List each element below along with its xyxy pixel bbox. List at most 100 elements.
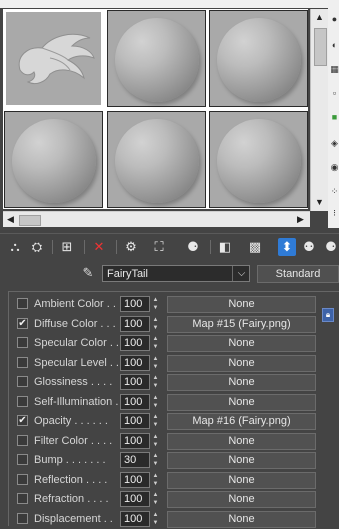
amount-spinner-icon[interactable]: ▲ ▼ [151,452,160,468]
go-to-parent-icon[interactable]: ⬍ [278,238,296,256]
map-enable-checkbox[interactable] [17,395,28,407]
sample-slot-2[interactable] [107,10,206,107]
amount-spinner-icon[interactable]: ▲ ▼ [151,472,160,488]
sample-slot-6[interactable] [209,111,308,208]
assign-material-icon[interactable]: ⊞ [58,238,76,256]
map-channel-label: Specular Level . . [34,356,119,369]
amount-spinner-icon[interactable]: ▲ ▼ [151,433,160,449]
material-id-channel-icon[interactable]: ⚈ [184,238,202,256]
scroll-up-icon[interactable]: ▲ [311,9,328,26]
scroll-right-icon[interactable]: ▶ [293,212,308,227]
get-material-icon[interactable]: ⛬ [6,238,24,256]
map-slot-button[interactable]: None [167,491,316,508]
map-slot-button[interactable]: None [167,374,316,391]
material-name-row: ✎ ⌵ Standard [0,262,339,286]
map-amount-field[interactable]: 100 [120,374,150,390]
amount-spinner-icon[interactable]: ▲ ▼ [151,413,160,429]
map-enable-checkbox[interactable] [17,512,28,524]
map-slot-button[interactable]: None [167,354,316,372]
map-amount-field[interactable]: 100 [120,315,150,332]
eyedropper-icon[interactable]: ✎ [80,265,96,281]
options-icon[interactable]: ◉ [330,162,339,172]
map-slot-button[interactable]: Map #15 (Fairy.png) [167,315,316,333]
map-row: ✔ Opacity . . . . . . 100 ▲ ▼ Map #16 (Fairy.… [9,412,339,431]
amount-spinner-icon[interactable]: ▲ ▼ [151,491,160,507]
toolbar-separator [210,240,211,254]
background-icon[interactable]: ▦ [330,64,339,74]
material-name-dropdown-icon[interactable]: ⌵ [232,266,250,281]
map-enable-checkbox[interactable] [17,434,28,446]
map-amount-field[interactable]: 100 [120,335,150,351]
map-slot-button[interactable]: None [167,452,316,469]
horizontal-scroll-thumb[interactable] [19,215,41,226]
slots-vertical-scrollbar[interactable]: ▲ ▼ [310,9,328,211]
vertical-scroll-thumb[interactable] [314,28,327,66]
map-amount-field[interactable]: 100 [120,413,150,429]
map-channel-label: Self-Illumination . [34,395,119,408]
material-name-field[interactable] [102,265,250,282]
put-to-scene-icon[interactable]: ⛭ [28,238,46,256]
pick-from-object-icon[interactable]: ⚈ [322,238,339,256]
uv-tiling-icon[interactable]: ▫ [330,88,339,98]
slots-horizontal-scrollbar[interactable]: ◀ ▶ [3,211,310,227]
map-enable-checkbox[interactable]: ✔ [17,415,28,426]
map-row: Glossiness . . . . 100 ▲ ▼ None [9,373,339,392]
map-slot-button[interactable]: None [167,393,316,411]
map-enable-checkbox[interactable] [17,454,28,465]
map-enable-checkbox[interactable] [17,298,28,309]
map-amount-field[interactable]: 100 [120,510,150,527]
make-preview-icon[interactable]: ◈ [330,138,339,148]
map-enable-checkbox[interactable] [17,356,28,368]
map-enable-checkbox[interactable]: ✔ [17,317,28,329]
amount-spinner-icon[interactable]: ▲ ▼ [151,316,160,332]
map-enable-checkbox[interactable] [17,376,28,387]
map-slot-button[interactable]: None [167,471,316,489]
map-slot-button[interactable]: None [167,296,316,313]
map-row: Specular Level . . 100 ▲ ▼ None [9,354,339,373]
map-slot-button[interactable]: None [167,335,316,352]
map-row: Self-Illumination . 100 ▲ ▼ None [9,393,339,412]
select-by-material-icon[interactable]: ⁘ [330,186,339,196]
go-forward-to-sibling-icon[interactable]: ⚉ [300,238,318,256]
amount-spinner-icon[interactable]: ▲ ▼ [151,355,160,371]
map-enable-checkbox[interactable] [17,473,28,485]
map-channel-label: Opacity . . . . . . [34,415,108,427]
material-map-navigator-icon[interactable]: ⁝ [330,208,339,218]
maps-rollout: 🔒︎ Ambient Color . . 100 ▲ ▼ None ✔ Diffuse Co… [8,291,339,529]
show-end-result-icon[interactable]: ▩ [246,238,264,256]
backlight-icon[interactable]: ◐ [330,40,339,50]
amount-spinner-icon[interactable]: ▲ ▼ [151,335,160,351]
make-unique-icon[interactable]: ⚙ [122,238,140,256]
map-amount-field[interactable]: 100 [120,393,150,410]
scroll-down-icon[interactable]: ▼ [311,194,328,211]
scroll-left-icon[interactable]: ◀ [3,212,18,227]
sphere-preview-icon [217,18,301,102]
map-slot-button[interactable]: Map #16 (Fairy.png) [167,413,316,430]
map-row: Displacement . . 100 ▲ ▼ None [9,510,339,529]
amount-spinner-icon[interactable]: ▲ ▼ [151,511,160,527]
map-amount-field[interactable]: 100 [120,471,150,488]
sample-type-icon[interactable]: ● [330,14,339,24]
put-to-library-icon[interactable]: ⛶ [150,238,168,256]
map-amount-field[interactable]: 100 [120,296,150,312]
video-check-icon[interactable]: ■ [330,112,339,122]
amount-spinner-icon[interactable]: ▲ ▼ [151,394,160,410]
sample-slot-1[interactable] [4,10,103,107]
reset-map-icon[interactable]: ✕ [90,238,108,256]
map-enable-checkbox[interactable] [17,493,28,504]
map-amount-field[interactable]: 30 [120,452,150,468]
sample-slot-3[interactable] [209,10,308,107]
map-amount-field[interactable]: 100 [120,491,150,507]
material-type-button[interactable]: Standard [257,265,339,283]
sample-slot-5[interactable] [107,111,206,208]
map-amount-field[interactable]: 100 [120,354,150,371]
amount-spinner-icon[interactable]: ▲ ▼ [151,296,160,312]
map-amount-field[interactable]: 100 [120,432,150,449]
map-row: Ambient Color . . 100 ▲ ▼ None [9,295,339,314]
map-slot-button[interactable]: None [167,432,316,450]
amount-spinner-icon[interactable]: ▲ ▼ [151,374,160,390]
sample-slot-4[interactable] [4,111,103,208]
map-enable-checkbox[interactable] [17,337,28,348]
show-shaded-material-icon[interactable]: ◧ [216,238,234,256]
sphere-preview-icon [115,119,199,203]
